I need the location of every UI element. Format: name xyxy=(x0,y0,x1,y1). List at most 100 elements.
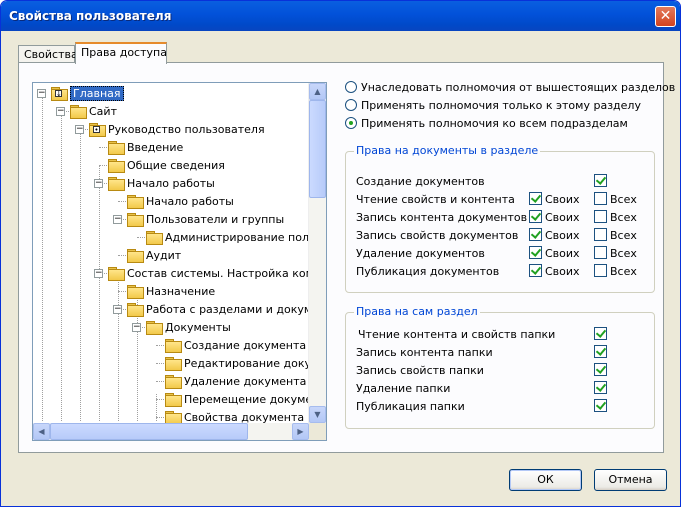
cancel-button[interactable]: Отмена xyxy=(594,469,667,491)
folder-icon xyxy=(165,357,182,371)
close-button[interactable]: ✕ xyxy=(655,6,676,27)
tree-expander-icon[interactable]: − xyxy=(132,323,141,332)
folder-icon xyxy=(165,393,182,407)
tab-access-rights[interactable]: Права доступа xyxy=(75,42,167,64)
own-label: Своих xyxy=(545,265,580,278)
tree-node[interactable]: Введение xyxy=(33,139,309,157)
tree-node[interactable]: − Документы xyxy=(33,319,309,337)
radio-label: Применять полномочия только к этому разд… xyxy=(361,99,641,112)
tree-node[interactable]: Начало работы xyxy=(33,193,309,211)
delete-own-checkbox[interactable] xyxy=(529,246,542,259)
folder-icon: ↓ xyxy=(51,87,68,101)
tree-node-label: Введение xyxy=(127,141,184,154)
section-right-label: Удаление папки xyxy=(356,382,451,395)
tree-node[interactable]: Создание документа xyxy=(33,337,309,355)
radio-button[interactable] xyxy=(345,99,357,111)
own-label: Своих xyxy=(545,193,580,206)
delete-all-checkbox[interactable] xyxy=(594,246,607,259)
tree-node-label: Сайт xyxy=(89,105,117,118)
tree-node-label: Создание документа xyxy=(184,339,307,352)
folder-icon xyxy=(108,141,125,155)
scroll-left-button[interactable]: ◀ xyxy=(33,423,50,440)
doc-right-label: Удаление документов xyxy=(356,247,485,260)
group-title: Права на документы в разделе xyxy=(354,144,541,157)
tree-expander-icon[interactable]: − xyxy=(113,305,122,314)
radio-button-selected[interactable] xyxy=(345,117,357,129)
radio-button[interactable] xyxy=(345,81,357,93)
tree-horizontal-scrollbar[interactable]: ◀ ▶ xyxy=(33,423,309,440)
tree-expander-icon[interactable]: − xyxy=(56,107,65,116)
horizontal-scroll-thumb[interactable] xyxy=(50,423,248,440)
doc-right-label: Чтение свойств и контента xyxy=(356,193,515,206)
tab-properties[interactable]: Свойства xyxy=(18,45,78,63)
scroll-up-button[interactable]: ▲ xyxy=(309,83,326,100)
tree-expander-icon[interactable]: − xyxy=(113,215,122,224)
all-label: Всех xyxy=(610,229,637,242)
read-own-checkbox[interactable] xyxy=(529,192,542,205)
tree-node[interactable]: Администрирование пользо xyxy=(33,229,309,247)
tree-node[interactable]: Назначение xyxy=(33,283,309,301)
tree-expander-icon[interactable]: − xyxy=(94,179,103,188)
all-label: Всех xyxy=(610,265,637,278)
doc-right-label: Создание документов xyxy=(356,175,485,188)
section-right-label: Запись контента папки xyxy=(356,346,493,359)
user-properties-dialog: Свойства пользователя ✕ Свойства Права д… xyxy=(0,0,681,507)
write-content-all-checkbox[interactable] xyxy=(594,210,607,223)
tree-node[interactable]: Аудит xyxy=(33,247,309,265)
tree-node[interactable]: Перемещение документ xyxy=(33,391,309,409)
tree-expander-icon[interactable]: − xyxy=(37,89,46,98)
write-folder-content-checkbox[interactable] xyxy=(594,345,607,358)
tree-node-label: Документы xyxy=(165,321,231,334)
tree-node[interactable]: Удаление документа xyxy=(33,373,309,391)
write-content-own-checkbox[interactable] xyxy=(529,210,542,223)
tree-node-label: Начало работы xyxy=(146,195,234,208)
tree-node-label: Назначение xyxy=(146,285,216,298)
ok-button[interactable]: ОК xyxy=(509,469,582,491)
folder-icon: • xyxy=(89,123,106,137)
publish-all-checkbox[interactable] xyxy=(594,264,607,277)
folder-icon xyxy=(108,159,125,173)
scroll-right-button[interactable]: ▶ xyxy=(292,423,309,440)
tree-node[interactable]: Общие сведения xyxy=(33,157,309,175)
tree-node[interactable]: − Работа с разделами и докумен xyxy=(33,301,309,319)
publish-own-checkbox[interactable] xyxy=(529,264,542,277)
tree-node-label: Начало работы xyxy=(127,177,215,190)
tree-node[interactable]: Редактирование докум xyxy=(33,355,309,373)
tree-vertical-scrollbar[interactable]: ▲ ▼ xyxy=(308,83,326,423)
read-folder-checkbox[interactable] xyxy=(594,327,607,340)
vertical-scroll-thumb[interactable] xyxy=(309,100,326,198)
tree-expander-icon[interactable]: − xyxy=(94,269,103,278)
tree-node[interactable]: − • Руководство пользователя xyxy=(33,121,309,139)
own-label: Своих xyxy=(545,211,580,224)
tree-node-label: Пользователи и группы xyxy=(146,213,285,226)
section-right-label: Публикация папки xyxy=(356,400,465,413)
tree-node[interactable]: Свойства документа xyxy=(33,409,309,423)
folder-icon xyxy=(127,195,144,209)
section-tree[interactable]: − ↓ Главная − Сайт − • Руководство пользователя… xyxy=(32,82,327,441)
write-props-own-checkbox[interactable] xyxy=(529,228,542,241)
publish-folder-checkbox[interactable] xyxy=(594,399,607,412)
all-label: Всех xyxy=(610,247,637,260)
tree-node-label: Свойства документа xyxy=(184,411,305,423)
tree-expander-icon[interactable]: − xyxy=(75,125,84,134)
create-documents-checkbox[interactable] xyxy=(594,174,607,187)
section-rights-group: Права на сам раздел Чтение контента и св… xyxy=(345,305,655,429)
group-title: Права на сам раздел xyxy=(354,305,480,318)
section-right-label: Запись свойств папки xyxy=(356,364,484,377)
write-folder-props-checkbox[interactable] xyxy=(594,363,607,376)
tree-node[interactable]: − Сайт xyxy=(33,103,309,121)
tree-node[interactable]: − ↓ Главная xyxy=(33,85,309,103)
tree-node-label: Аудит xyxy=(146,249,182,262)
tree-node[interactable]: − Начало работы xyxy=(33,175,309,193)
folder-icon xyxy=(165,375,182,389)
scroll-down-button[interactable]: ▼ xyxy=(309,406,326,423)
write-props-all-checkbox[interactable] xyxy=(594,228,607,241)
delete-folder-checkbox[interactable] xyxy=(594,381,607,394)
tree-node[interactable]: − Состав системы. Настройка компо xyxy=(33,265,309,283)
folder-icon xyxy=(146,321,163,335)
title-bar[interactable]: Свойства пользователя ✕ xyxy=(1,1,680,31)
tree-node[interactable]: − Пользователи и группы xyxy=(33,211,309,229)
read-all-checkbox[interactable] xyxy=(594,192,607,205)
radio-label: Применять полномочия ко всем подразделам xyxy=(361,117,628,130)
folder-icon xyxy=(108,177,125,191)
